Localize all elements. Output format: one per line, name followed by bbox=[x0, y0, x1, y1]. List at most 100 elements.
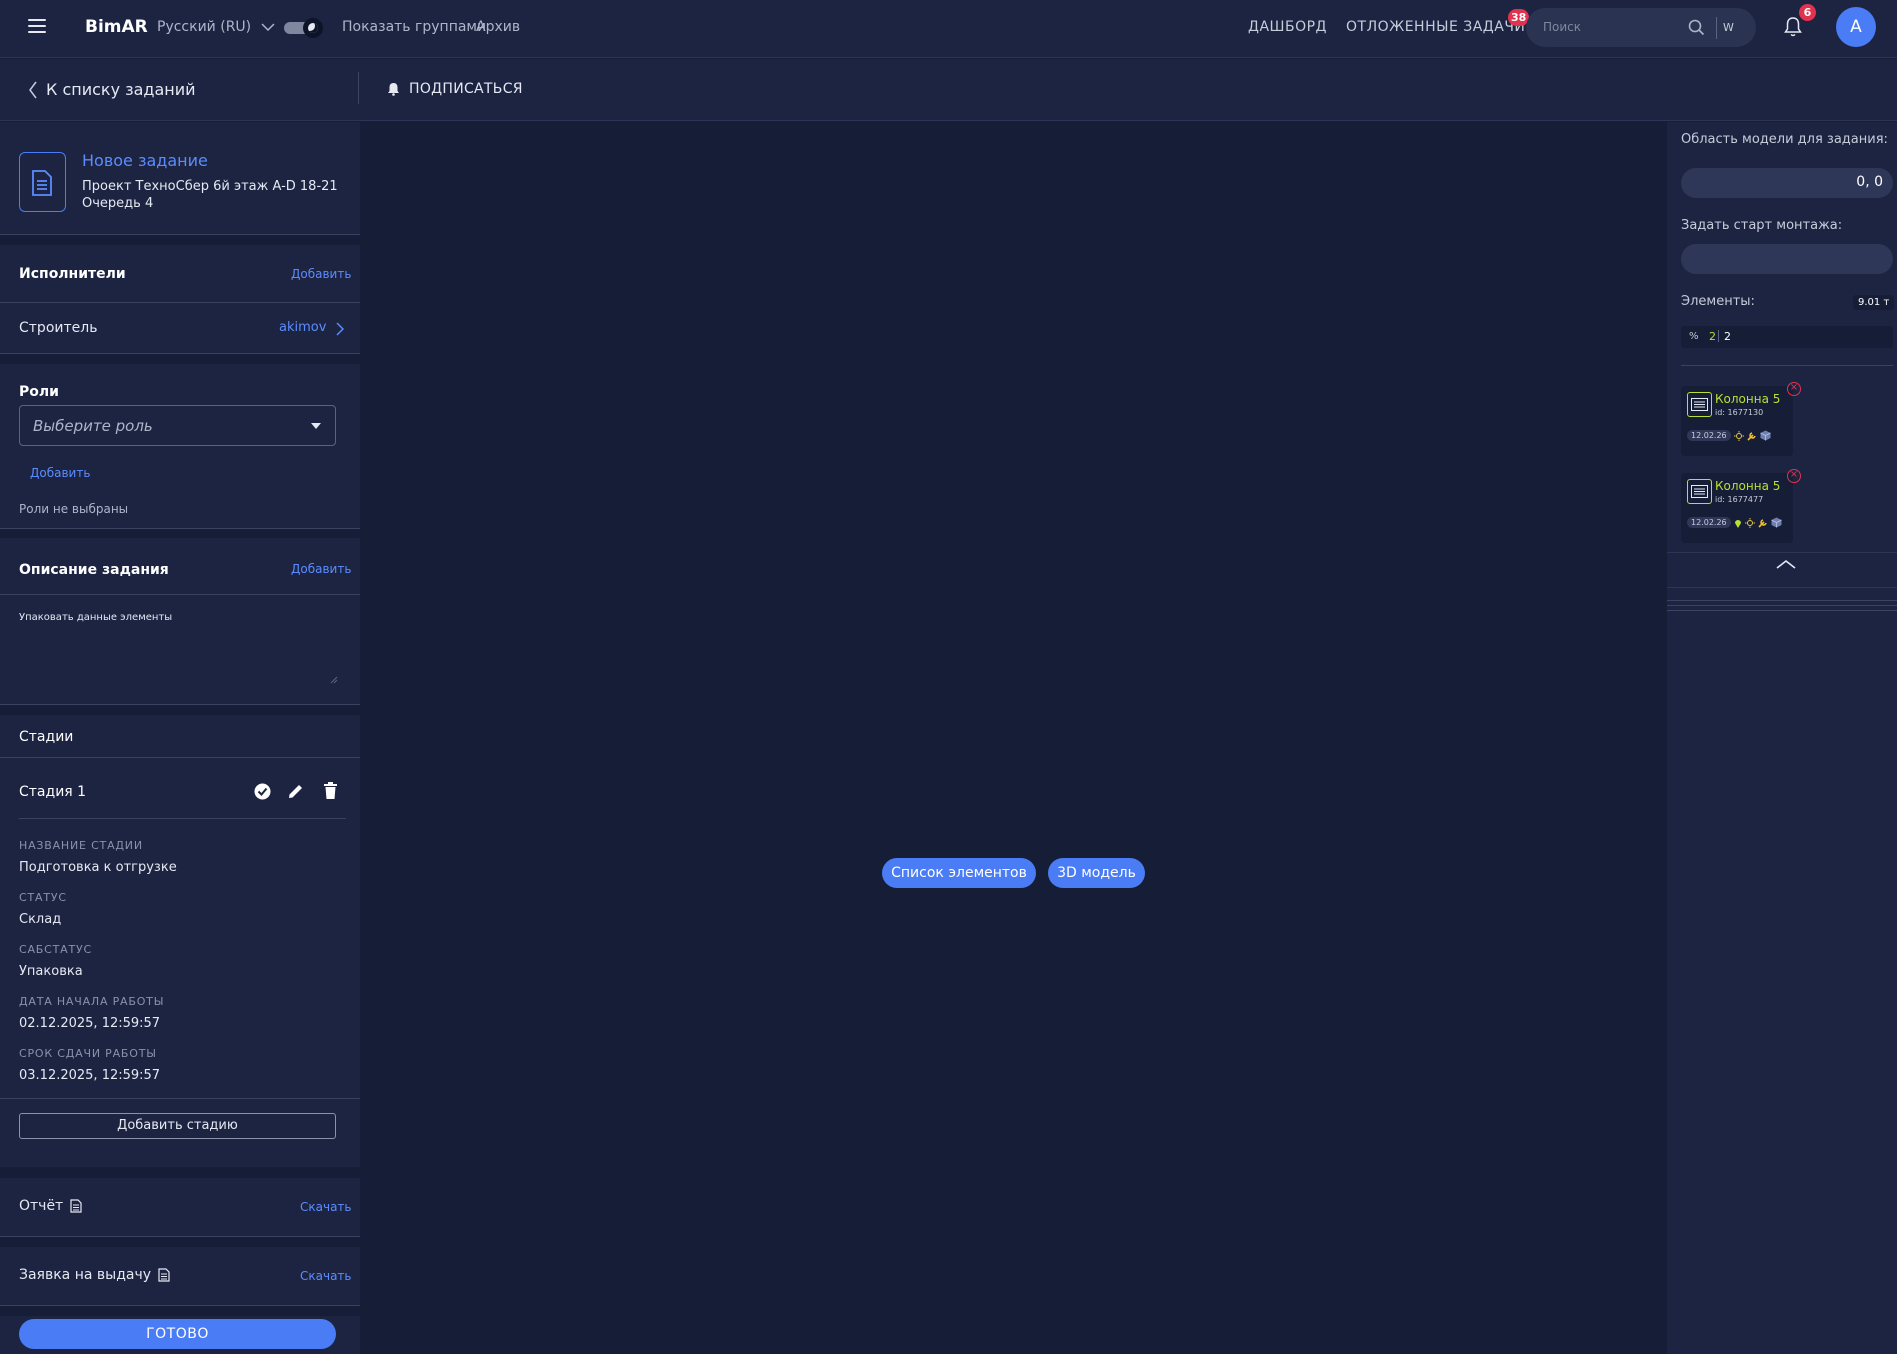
element-card[interactable]: Колонна 5 id: 1677477 12.02.26 × bbox=[1681, 469, 1801, 543]
element-name: Колонна 5 bbox=[1715, 479, 1781, 493]
issue-request-section: Заявка на выдачу Скачать bbox=[0, 1247, 360, 1305]
divider bbox=[0, 302, 360, 303]
language-select[interactable]: Русский (RU) bbox=[157, 19, 275, 35]
add-stage-button[interactable]: Добавить стадию bbox=[19, 1113, 336, 1139]
element-beam-icon bbox=[1687, 479, 1712, 504]
theme-toggle[interactable] bbox=[283, 18, 325, 38]
divider bbox=[0, 528, 360, 529]
divider bbox=[0, 353, 360, 354]
percent-icon: % bbox=[1689, 331, 1699, 342]
avatar[interactable]: A bbox=[1836, 7, 1876, 47]
task-queue: Очередь 4 bbox=[82, 196, 154, 211]
element-id: id: 1677130 bbox=[1715, 408, 1764, 417]
wrench-icon bbox=[1747, 432, 1756, 441]
download-issue-request-link[interactable]: Скачать bbox=[300, 1269, 352, 1283]
count-total: 2 bbox=[1724, 330, 1731, 343]
start-field[interactable] bbox=[1681, 244, 1893, 274]
dashboard-link[interactable]: ДАШБОРД bbox=[1248, 19, 1327, 35]
moon-icon bbox=[303, 18, 323, 38]
edit-icon[interactable] bbox=[288, 783, 304, 799]
stages-section: Стадии Стадия 1 НАЗВАНИЕ СТАДИИ Подготов… bbox=[0, 715, 360, 1167]
stage-field-label: САБСТАТУС bbox=[19, 943, 92, 956]
count-done: 2 bbox=[1709, 330, 1716, 343]
report-title: Отчёт bbox=[19, 1198, 82, 1214]
document-icon bbox=[158, 1268, 170, 1282]
bell-icon[interactable] bbox=[1784, 16, 1802, 37]
resize-handle-icon[interactable] bbox=[330, 676, 338, 684]
document-icon bbox=[19, 152, 66, 212]
cube-icon bbox=[1771, 517, 1782, 528]
sun-icon bbox=[1745, 518, 1755, 528]
weight-badge: 9.01 т bbox=[1853, 295, 1895, 310]
chevron-up-icon[interactable] bbox=[1776, 559, 1796, 569]
deferred-tasks-link[interactable]: ОТЛОЖЕННЫЕ ЗАДАЧИ bbox=[1346, 19, 1525, 35]
description-textarea[interactable]: Упаковать данные элементы bbox=[16, 600, 340, 686]
trash-icon[interactable] bbox=[324, 782, 337, 799]
search-input[interactable]: Поиск bbox=[1543, 20, 1581, 34]
roles-title: Роли bbox=[19, 384, 59, 400]
add-executor-link[interactable]: Добавить bbox=[291, 267, 351, 281]
description-text: Упаковать данные элементы bbox=[19, 612, 173, 623]
divider bbox=[1667, 610, 1897, 611]
elements-list-button[interactable]: Список элементов bbox=[882, 858, 1036, 888]
wrench-icon bbox=[1758, 519, 1767, 528]
divider bbox=[0, 757, 360, 758]
download-report-link[interactable]: Скачать bbox=[300, 1200, 352, 1214]
remove-element-icon[interactable]: × bbox=[1787, 382, 1801, 396]
divider bbox=[1667, 587, 1897, 588]
elements-label: Элементы: bbox=[1681, 294, 1755, 309]
model-area-field[interactable]: 0, 0 bbox=[1681, 168, 1893, 198]
search-box[interactable]: Поиск W bbox=[1526, 8, 1756, 47]
element-date: 12.02.26 bbox=[1687, 430, 1731, 441]
divider bbox=[19, 818, 346, 819]
model-viewport[interactable] bbox=[360, 122, 1667, 1354]
model-area-value: 0, 0 bbox=[1856, 174, 1883, 190]
role-select-placeholder: Выберите роль bbox=[33, 417, 153, 435]
archive-link[interactable]: Архив bbox=[476, 19, 520, 35]
divider bbox=[1667, 605, 1897, 606]
role-select[interactable]: Выберите роль bbox=[19, 405, 336, 446]
brand-logo[interactable]: BimAR bbox=[85, 17, 148, 37]
chevron-down-icon bbox=[261, 23, 275, 32]
back-label: К списку заданий bbox=[46, 80, 196, 99]
menu-icon[interactable] bbox=[28, 19, 46, 35]
back-to-tasks-link[interactable]: К списку заданий bbox=[28, 80, 196, 99]
element-date: 12.02.26 bbox=[1687, 517, 1731, 528]
issue-request-label: Заявка на выдачу bbox=[19, 1267, 152, 1283]
check-circle-icon[interactable] bbox=[254, 783, 271, 800]
cube-icon bbox=[1760, 430, 1771, 441]
divider bbox=[1718, 330, 1719, 342]
search-icon[interactable] bbox=[1688, 19, 1705, 36]
add-description-link[interactable]: Добавить bbox=[291, 562, 351, 576]
task-title[interactable]: Новое задание bbox=[82, 151, 208, 170]
subscribe-button[interactable]: ПОДПИСАТЬСЯ bbox=[387, 81, 523, 97]
stage-name: Стадия 1 bbox=[19, 784, 87, 800]
elements-counter: % 2 2 bbox=[1681, 326, 1893, 348]
location-pin-icon bbox=[1735, 520, 1741, 528]
report-label: Отчёт bbox=[19, 1198, 64, 1214]
executors-title: Исполнители bbox=[19, 266, 126, 282]
stage-field-label: СРОК СДАЧИ РАБОТЫ bbox=[19, 1047, 157, 1060]
chevron-right-icon[interactable] bbox=[336, 322, 344, 336]
add-role-link[interactable]: Добавить bbox=[30, 466, 90, 480]
task-panel: Новое задание Проект ТехноСбер 6й этаж A… bbox=[0, 122, 360, 1354]
subscribe-label: ПОДПИСАТЬСЯ bbox=[409, 81, 523, 97]
remove-element-icon[interactable]: × bbox=[1787, 469, 1801, 483]
divider bbox=[0, 594, 360, 595]
document-icon bbox=[70, 1199, 82, 1213]
stage-field-label: ДАТА НАЧАЛА РАБОТЫ bbox=[19, 995, 165, 1008]
stage-field-value: Склад bbox=[19, 912, 62, 927]
stage-field-value: Упаковка bbox=[19, 964, 83, 979]
divider bbox=[1667, 600, 1897, 601]
executor-user-link[interactable]: akimov bbox=[279, 320, 326, 335]
divider bbox=[1667, 552, 1897, 553]
show-groups-link[interactable]: Показать группами bbox=[342, 19, 486, 35]
element-card[interactable]: Колонна 5 id: 1677130 12.02.26 × bbox=[1681, 382, 1801, 456]
3d-model-button[interactable]: 3D модель bbox=[1048, 858, 1145, 888]
sun-icon bbox=[1734, 431, 1744, 441]
footer-section: ГОТОВО bbox=[0, 1316, 360, 1354]
done-button[interactable]: ГОТОВО bbox=[19, 1319, 336, 1349]
description-title: Описание задания bbox=[19, 562, 169, 578]
roles-section: Роли Выберите роль Добавить Роли не выбр… bbox=[0, 364, 360, 528]
executors-section: Исполнители Добавить Строитель akimov bbox=[0, 245, 360, 353]
